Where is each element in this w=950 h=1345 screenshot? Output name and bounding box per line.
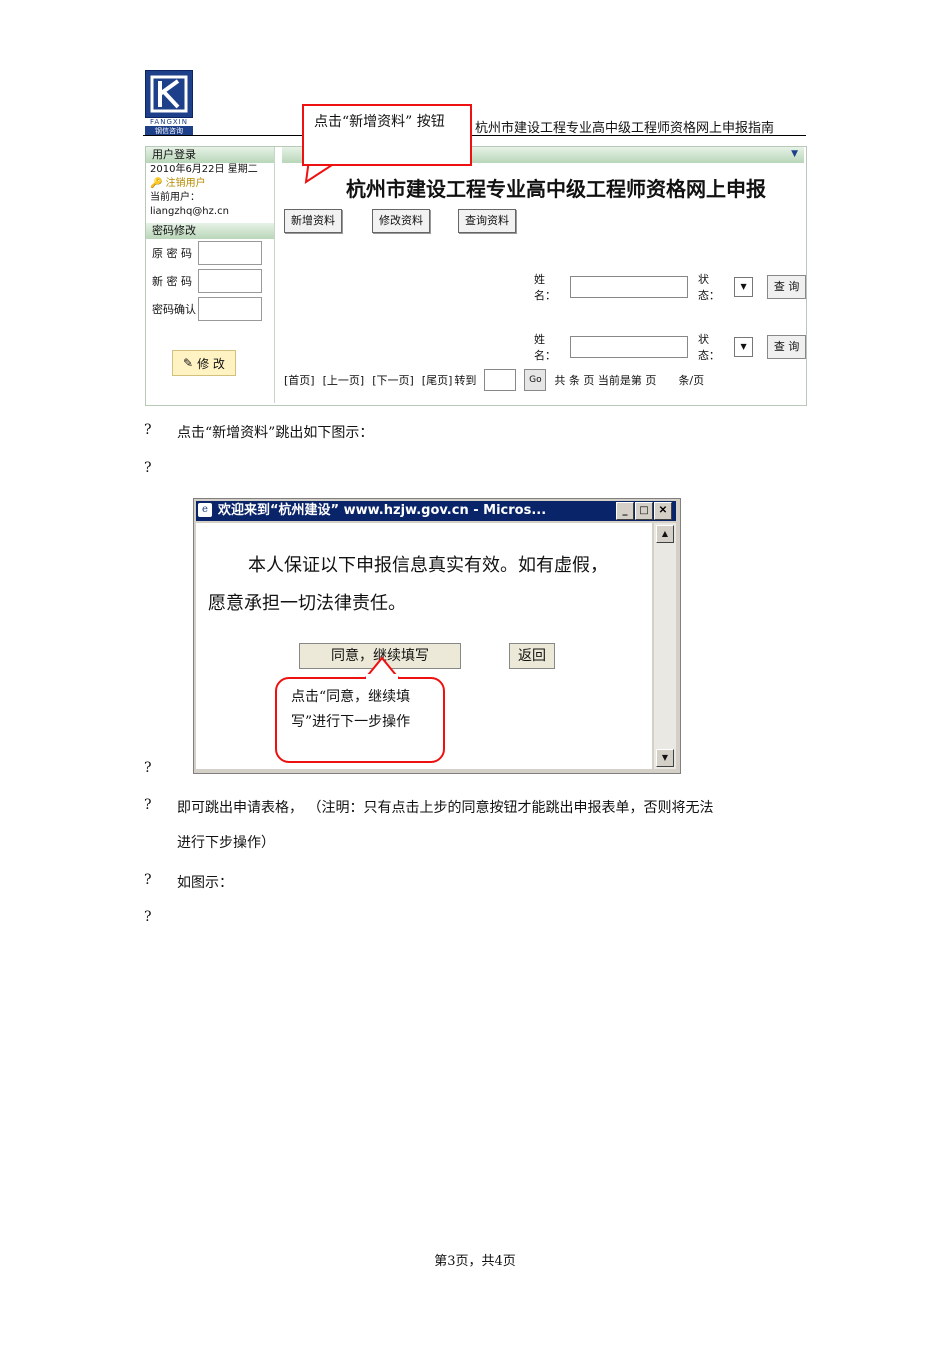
password-header: 密码修改 — [146, 223, 274, 239]
bullet: ? — [144, 797, 152, 813]
callout-new-record: 点击“新增资料” 按钮 — [302, 104, 472, 166]
prev-page-link[interactable]: [上一页] — [323, 372, 365, 388]
confirm-password-label: 密码确认 — [152, 303, 196, 316]
edit-icon: ✎ — [183, 356, 194, 370]
query-record-button[interactable]: 查询资料 — [458, 209, 516, 233]
callout-pointer-join — [366, 674, 398, 682]
company-logo: FANGXIN 钢信咨询 — [145, 70, 193, 136]
new-password-row: 新 密 码 — [146, 267, 274, 295]
modify-button[interactable]: ✎ 修 改 — [172, 350, 236, 376]
status-select[interactable]: ▼ — [733, 337, 754, 357]
bullet: ? — [144, 460, 152, 476]
current-user-label: 当前用户： — [150, 192, 200, 203]
confirm-password-input[interactable] — [198, 297, 262, 321]
first-page-link[interactable]: [首页] — [284, 372, 315, 388]
per-page-text: 条/页 — [678, 374, 705, 387]
login-header: 用户登录 — [146, 147, 274, 163]
confirm-password-row: 密码确认 — [146, 295, 274, 323]
new-password-input[interactable] — [198, 269, 262, 293]
document-header-title: 杭州市建设工程专业高中级工程师资格网上申报指南 — [475, 121, 775, 136]
query-row: 姓名： 状态： ▼ 查 询 — [534, 331, 806, 363]
edit-record-button[interactable]: 修改资料 — [372, 209, 430, 233]
pledge-text-line1: 本人保证以下申报信息真实有效。如有虚假， — [248, 555, 608, 576]
scroll-down-icon[interactable]: ▼ — [656, 749, 674, 767]
pagination: [首页] [上一页] [下一页] [尾页] 转到 Go 共 条 页 当前是第 页… — [284, 369, 704, 391]
bullet: ? — [144, 760, 152, 776]
status-label: 状态： — [697, 333, 720, 362]
pledge-text-line2: 愿意承担一切法律责任。 — [208, 593, 406, 614]
paragraph: 点击“新增资料”跳出如下图示： — [177, 425, 374, 441]
dialog-scrollbar[interactable]: ▲ ▼ — [654, 523, 676, 769]
maximize-icon[interactable]: □ — [635, 502, 653, 520]
status-label: 状态： — [697, 273, 720, 302]
goto-label: 转到 — [454, 374, 477, 387]
browser-icon: e — [198, 503, 212, 517]
new-password-label: 新 密 码 — [152, 275, 192, 288]
goto-page-input[interactable] — [484, 369, 517, 391]
new-record-button[interactable]: 新增资料 — [284, 209, 342, 233]
close-icon[interactable]: ✕ — [654, 502, 672, 520]
old-password-row: 原 密 码 — [146, 239, 274, 267]
name-input[interactable] — [569, 336, 688, 358]
paragraph: 如图示： — [177, 875, 233, 891]
name-label: 姓名： — [534, 273, 556, 302]
callout-agree: 点击“同意，继续填写”进行下一步操作 — [275, 677, 445, 763]
bullet: ? — [144, 422, 152, 438]
date-text: 2010年6月22日 星期二 — [150, 164, 258, 175]
name-input[interactable] — [569, 276, 688, 298]
query-row: 姓名： 状态： ▼ 查 询 — [534, 271, 806, 303]
logout-label: 注销用户 — [165, 178, 206, 189]
old-password-label: 原 密 码 — [152, 247, 192, 260]
modify-label: 修 改 — [197, 356, 225, 371]
page-footer: 第3页，共4页 — [434, 1254, 516, 1269]
search-button[interactable]: 查 询 — [767, 275, 806, 299]
search-button[interactable]: 查 询 — [767, 335, 806, 359]
paragraph: 进行下步操作） — [177, 835, 275, 851]
scroll-up-icon[interactable]: ▲ — [656, 525, 674, 543]
page-total-text: 共 条 页 当前是第 页 — [554, 374, 657, 387]
bullet: ? — [144, 909, 152, 925]
paragraph: 即可跳出申请表格， （注明：只有点击上步的同意按钮才能跳出申报表单，否则将无法 — [177, 800, 714, 816]
current-user-value: liangzhq@hz.cn — [150, 206, 229, 217]
header-rule — [143, 135, 806, 136]
main-title: 杭州市建设工程专业高中级工程师资格网上申报 — [346, 177, 766, 201]
last-page-link[interactable]: [尾页] — [422, 372, 453, 388]
logo-mark — [145, 70, 193, 118]
status-select[interactable]: ▼ — [733, 277, 754, 297]
minimize-icon[interactable]: _ — [616, 502, 634, 520]
next-page-link[interactable]: [下一页] — [372, 372, 414, 388]
name-label: 姓名： — [534, 333, 556, 362]
bullet: ? — [144, 872, 152, 888]
key-icon: 🔑 — [150, 178, 163, 189]
logo-k-icon — [150, 75, 188, 113]
go-button[interactable]: Go — [524, 369, 547, 391]
dialog-title: 欢迎来到“杭州建设” www.hzjw.gov.cn - Micros... — [196, 501, 676, 521]
old-password-input[interactable] — [198, 241, 262, 265]
logout-link[interactable]: 🔑 注销用户 — [146, 177, 274, 191]
screenshot-user-panel: 用户登录 2010年6月22日 星期二 🔑 注销用户 当前用户： liangzh… — [145, 146, 807, 406]
logo-text: FANGXIN — [150, 118, 188, 126]
back-button[interactable]: 返回 — [509, 643, 555, 669]
dropdown-arrow-icon[interactable]: ▼ — [791, 149, 798, 159]
sidebar: 用户登录 2010年6月22日 星期二 🔑 注销用户 当前用户： liangzh… — [146, 147, 275, 403]
